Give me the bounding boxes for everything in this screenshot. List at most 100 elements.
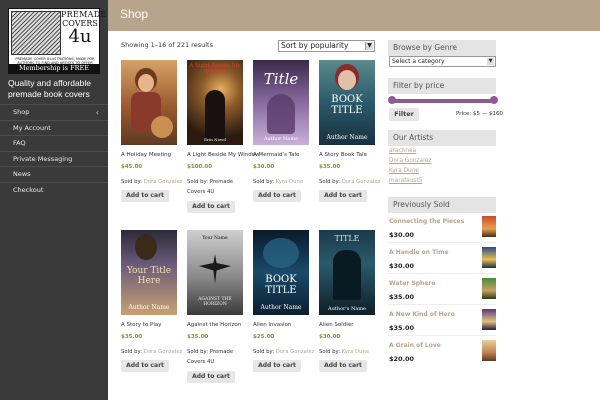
price-range-label: Price: $5 — $160	[456, 111, 504, 117]
seller-prefix: Sold by:	[253, 179, 275, 185]
price-slider-max-handle[interactable]	[490, 96, 498, 104]
product-name[interactable]: A Story Book Tale	[319, 152, 389, 158]
add-to-cart-button[interactable]: Add to cart	[319, 190, 367, 202]
add-to-cart-button[interactable]: Add to cart	[187, 371, 235, 383]
sold-item-thumbnail[interactable]	[482, 309, 496, 330]
add-to-cart-button[interactable]: Add to cart	[121, 360, 169, 372]
nav-item-my-account[interactable]: My Account	[0, 119, 108, 136]
add-to-cart-button[interactable]: Add to cart	[253, 360, 301, 372]
nav-label: FAQ	[13, 139, 26, 147]
price-slider-track[interactable]	[391, 99, 494, 103]
cover-title: A Light Beside My Window	[189, 63, 241, 75]
artist-link[interactable]: arachnea	[389, 148, 416, 154]
genre-select[interactable]: Select a category ▼	[389, 56, 496, 67]
product-seller: Sold by: Kyra Dune	[253, 177, 317, 187]
sidebar: PREMADE COVERS 4u PREMADE COVER ILLUSTRA…	[0, 0, 108, 400]
divider	[388, 273, 496, 274]
product-name[interactable]: Alien Soldier	[319, 322, 389, 328]
seller-prefix: Sold by:	[319, 349, 341, 355]
logo-line-1: PREMADE	[61, 10, 107, 19]
product-cover-image[interactable]: Your Name AGAINST THE HORIZON	[187, 230, 243, 315]
logo-illustration	[11, 11, 61, 55]
seller-prefix: Sold by:	[187, 179, 209, 185]
artist-link[interactable]: marafaust5	[389, 178, 422, 184]
site-logo[interactable]: PREMADE COVERS 4u PREMADE COVER ILLUSTRA…	[8, 8, 107, 74]
sold-item-thumbnail[interactable]	[482, 247, 496, 268]
add-to-cart-button[interactable]: Add to cart	[187, 201, 235, 213]
seller-link[interactable]: Dora Gonzalez	[342, 179, 381, 185]
product-seller: Sold by: Dora Gonzalez	[121, 177, 185, 187]
sold-item-thumbnail[interactable]	[482, 216, 496, 237]
add-to-cart-button[interactable]: Add to cart	[319, 360, 367, 372]
product-name[interactable]: A Light Beside My Window	[187, 152, 260, 158]
sold-item-title[interactable]: A Grain of Love	[389, 342, 441, 349]
product-cover-image[interactable]: A Light Beside My Window Erin Novel	[187, 60, 243, 145]
sold-item-title[interactable]: Water Sphere	[389, 280, 435, 287]
seller-link[interactable]: Dora Gonzalez	[276, 349, 315, 355]
cover-author: Erin Novel	[204, 137, 226, 142]
product-name[interactable]: A Holiday Meeting	[121, 152, 191, 158]
seller-link[interactable]: Kyra Dune	[342, 349, 369, 355]
price-slider-min-handle[interactable]	[388, 96, 396, 104]
nav-label: News	[13, 170, 31, 178]
divider	[388, 242, 496, 243]
nav-item-faq[interactable]: FAQ	[0, 135, 108, 151]
divider	[388, 304, 496, 305]
product-price: $25.00	[253, 334, 275, 340]
seller-prefix: Sold by:	[121, 179, 143, 185]
product-name[interactable]: Alien Invasion	[253, 322, 323, 328]
product-name[interactable]: A Mermaid's Tale	[253, 152, 323, 158]
seller-link[interactable]: Dora Gonzalez	[144, 179, 183, 185]
seller-prefix: Sold by:	[319, 179, 341, 185]
product-price: $35.00	[319, 164, 341, 170]
genre-select-value: Select a category	[392, 58, 445, 65]
filter-button[interactable]: Filter	[389, 108, 419, 121]
artists-widget-title: Our Artists	[388, 130, 496, 146]
seller-link[interactable]: Kyra Dune	[276, 179, 303, 185]
main-nav: Shop ‹ My Account FAQ Private Messaging N…	[0, 104, 108, 197]
product-cover-image[interactable]: BOOK TITLE Author Name	[253, 230, 309, 315]
nav-item-news[interactable]: News	[0, 166, 108, 182]
sold-item-price: $30.00	[389, 231, 415, 239]
product-seller: Sold by: Dora Gonzalez	[121, 347, 185, 357]
nav-label: Private Messaging	[13, 154, 73, 163]
sold-item-thumbnail[interactable]	[482, 278, 496, 299]
product-cover-image[interactable]: Title Author Name	[253, 60, 309, 145]
cover-author: Author's Name	[327, 306, 367, 312]
site-description: Quality and affordable premade book cove…	[8, 78, 92, 99]
result-count: Showing 1–16 of 221 results	[121, 41, 213, 49]
artist-link[interactable]: Kyra Dune	[389, 168, 419, 174]
product-cover-image[interactable]: Your Title Here Author Name	[121, 230, 177, 315]
sold-item-price: $30.00	[389, 262, 415, 270]
add-to-cart-button[interactable]: Add to cart	[121, 190, 169, 202]
product-price: $100.00	[187, 164, 213, 170]
product-cover-image[interactable]: BOOK TITLE Author Name	[319, 60, 375, 145]
sold-item-title[interactable]: Connecting the Pieces	[389, 218, 464, 225]
product-name[interactable]: Against the Horizon	[187, 322, 257, 328]
sold-item-title[interactable]: A New Kind of Hero	[389, 311, 455, 318]
product-cover-image[interactable]	[121, 60, 177, 145]
nav-item-private-messaging[interactable]: Private Messaging	[0, 150, 108, 167]
product-price: $30.00	[319, 334, 341, 340]
nav-item-shop[interactable]: Shop ‹	[0, 104, 108, 120]
product-name[interactable]: A Story to Play	[121, 322, 191, 328]
add-to-cart-button[interactable]: Add to cart	[253, 190, 301, 202]
product-price: $35.00	[121, 334, 143, 340]
sort-select[interactable]: Sort by popularity ▼	[278, 40, 375, 52]
cover-author: Author Name	[260, 304, 302, 311]
nav-label: My Account	[13, 123, 51, 132]
product-price: $30.00	[253, 164, 275, 170]
seller-link[interactable]: Dora Gonzalez	[144, 349, 183, 355]
sold-item-thumbnail[interactable]	[482, 340, 496, 361]
sold-item-title[interactable]: A Handle on Time	[389, 249, 449, 256]
cover-title: Your Title Here	[126, 266, 172, 286]
cover-author: Author Name	[128, 304, 170, 311]
product-cover-image[interactable]: TITLE Author's Name	[319, 230, 375, 315]
product-price: $35.00	[187, 334, 209, 340]
sold-item-price: $20.00	[389, 355, 415, 363]
nav-item-checkout[interactable]: Checkout	[0, 181, 108, 198]
artist-link[interactable]: Dora Gonzalez	[389, 158, 431, 164]
cover-title: Your Name	[202, 236, 228, 241]
product-seller: Sold by: Dora Gonzalez	[319, 177, 383, 187]
chevron-left-icon: ‹	[95, 108, 99, 117]
